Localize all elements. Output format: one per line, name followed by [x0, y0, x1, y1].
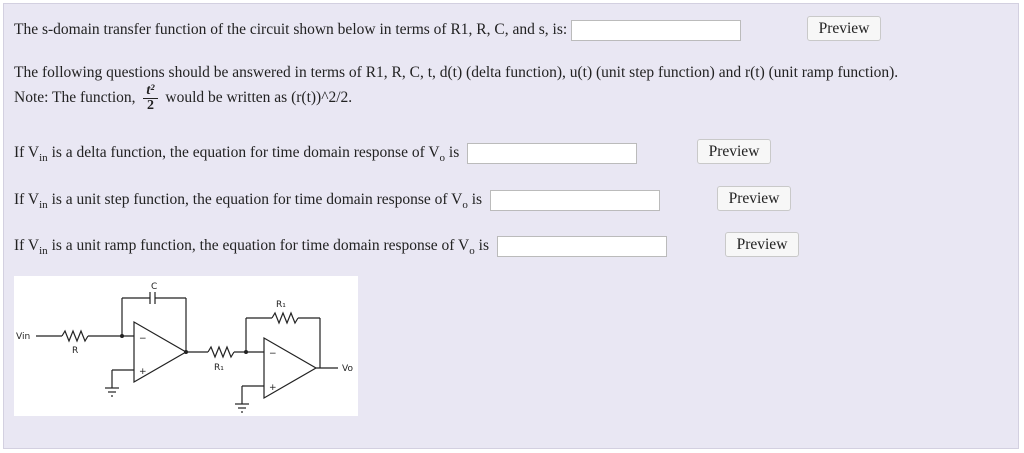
instructions-line: The following questions should be answer… [14, 64, 899, 81]
q2-row: If Vin is a delta function, the equation… [14, 143, 638, 165]
q3-row: If Vin is a unit step function, the equa… [14, 190, 660, 211]
q4-preview-button[interactable]: Preview [725, 232, 799, 257]
q3-text: If Vin is a unit step function, the equa… [14, 191, 483, 212]
opamp1-plus: + [139, 367, 147, 377]
capacitor-label: C [151, 282, 157, 292]
q3-answer-input[interactable] [489, 190, 660, 211]
vin-label: Vin [16, 332, 30, 342]
note-suffix: would be written as (r(t))^2/2. [165, 89, 353, 107]
opamp2-plus: + [269, 383, 277, 393]
vo-label: Vo [342, 364, 353, 374]
fraction-denominator: 2 [143, 98, 158, 113]
opamp1-minus: − [139, 334, 147, 344]
opamp2-minus: − [269, 349, 277, 359]
q3-preview-button[interactable]: Preview [717, 186, 791, 211]
resistor-r-label: R [72, 346, 78, 356]
q4-text: If Vin is a unit ramp function, the equa… [14, 237, 489, 258]
note-prefix: Note: The function, [14, 89, 136, 107]
question-panel: The s-domain transfer function of the ci… [3, 3, 1019, 449]
fraction-numerator: t² [146, 83, 155, 98]
q1-row: The s-domain transfer function of the ci… [14, 20, 742, 41]
r1-feedback-label: R₁ [276, 300, 286, 310]
circuit-svg: C R₁ Vin R R₁ Vo − + − + [16, 282, 353, 413]
q1-preview-button[interactable]: Preview [807, 16, 881, 41]
q4-answer-input[interactable] [496, 236, 667, 257]
circuit-diagram: C R₁ Vin R R₁ Vo − + − + [14, 276, 358, 416]
q2-answer-input[interactable] [467, 143, 638, 164]
r1-input-label: R₁ [214, 363, 224, 373]
q2-text: If Vin is a delta function, the equation… [14, 144, 460, 165]
note-line: Note: The function, t² 2 would be writte… [14, 84, 352, 113]
q1-text: The s-domain transfer function of the ci… [14, 21, 568, 39]
q2-preview-button[interactable]: Preview [697, 139, 771, 164]
fraction: t² 2 [143, 83, 158, 113]
q1-answer-input[interactable] [571, 20, 742, 41]
q4-row: If Vin is a unit ramp function, the equa… [14, 236, 667, 257]
